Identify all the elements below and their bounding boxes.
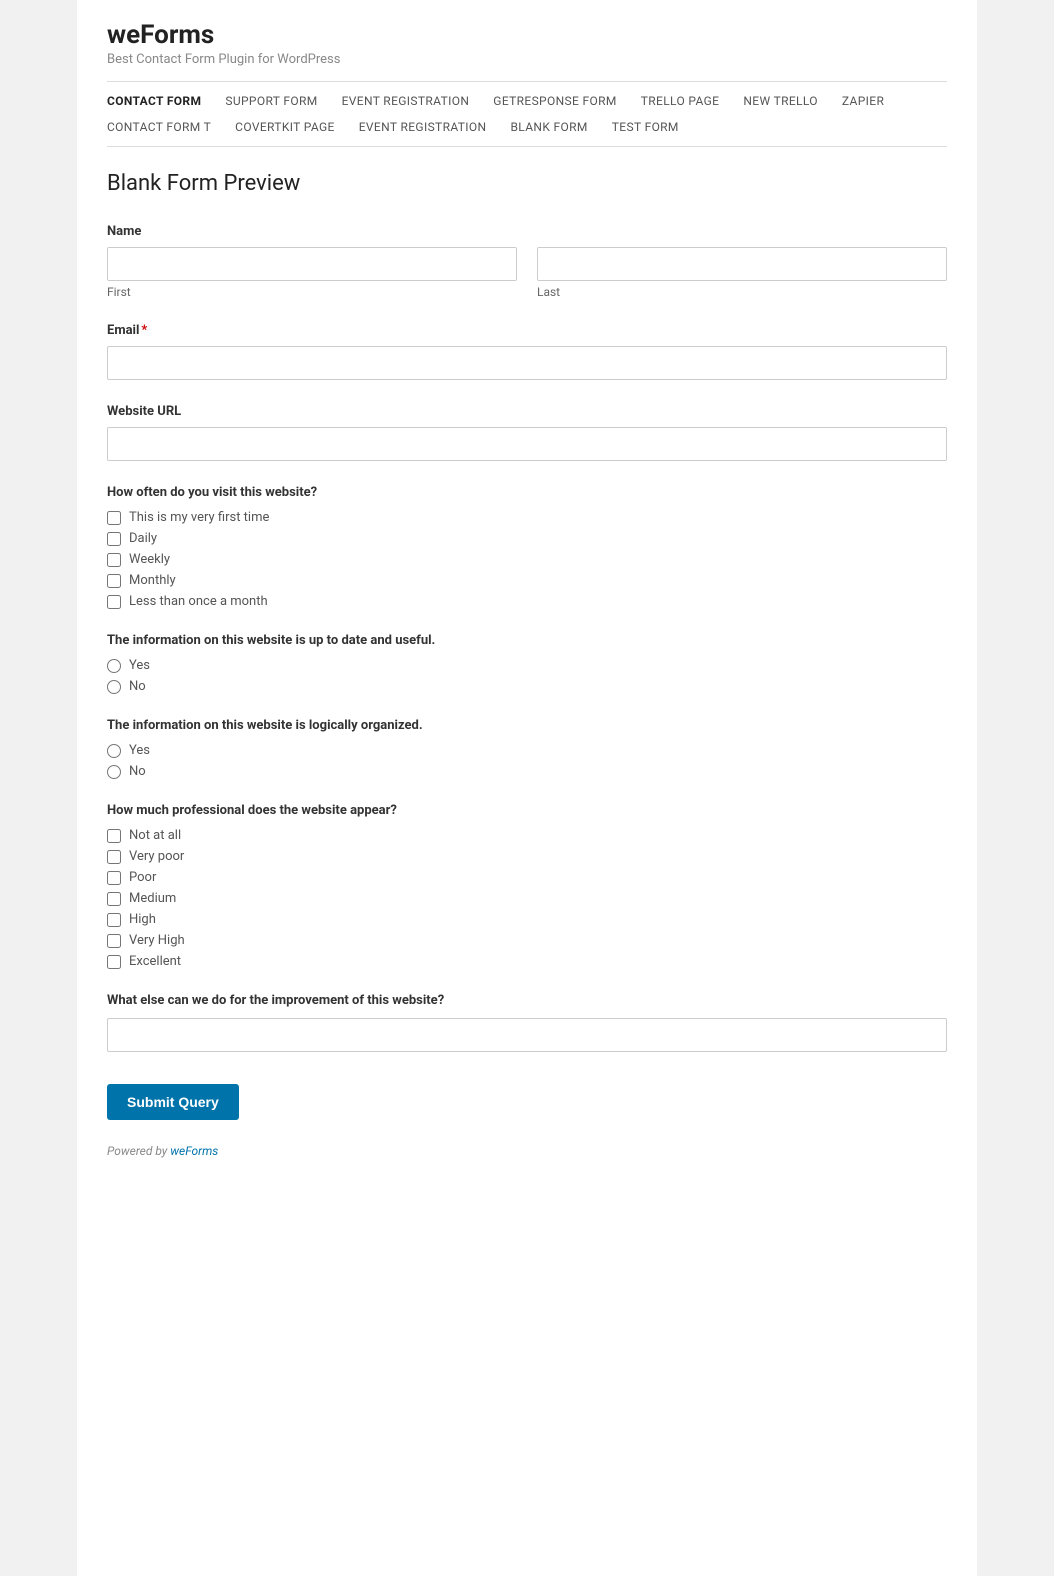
nav-item-contact-form[interactable]: CONTACT FORM — [107, 90, 213, 112]
nav-row-2: CONTACT FORM T COVERTKIT PAGE EVENT REGI… — [107, 116, 947, 138]
list-item[interactable]: Less than once a month — [107, 594, 947, 609]
q5-label: What else can we do for the improvement … — [107, 993, 947, 1008]
site-header: weForms Best Contact Form Plugin for Wor… — [107, 20, 947, 81]
nav-item-zapier[interactable]: ZAPIER — [830, 90, 896, 112]
q1-option-4[interactable] — [107, 595, 121, 609]
website-section: Website URL — [107, 404, 947, 461]
list-item[interactable]: Yes — [107, 658, 947, 673]
email-input[interactable] — [107, 346, 947, 380]
q1-option-1[interactable] — [107, 532, 121, 546]
last-name-col: Last — [537, 247, 947, 299]
list-item[interactable]: Not at all — [107, 828, 947, 843]
name-row: First Last — [107, 247, 947, 299]
list-item[interactable]: Poor — [107, 870, 947, 885]
submit-section: Submit Query — [107, 1076, 947, 1120]
q1-option-3[interactable] — [107, 574, 121, 588]
website-label: Website URL — [107, 404, 947, 419]
q3-option-1[interactable] — [107, 765, 121, 779]
nav-bar: CONTACT FORM SUPPORT FORM EVENT REGISTRA… — [107, 81, 947, 147]
q3-options: Yes No — [107, 743, 947, 779]
nav-item-test-form[interactable]: TEST FORM — [600, 116, 691, 138]
q4-option-3[interactable] — [107, 892, 121, 906]
nav-item-support-form[interactable]: SUPPORT FORM — [213, 90, 329, 112]
page-title: Blank Form Preview — [107, 171, 947, 196]
q4-option-1[interactable] — [107, 850, 121, 864]
q1-section: How often do you visit this website? Thi… — [107, 485, 947, 609]
list-item[interactable]: Daily — [107, 531, 947, 546]
nav-item-event-registration-2[interactable]: EVENT REGISTRATION — [347, 116, 499, 138]
nav-item-contact-form-t[interactable]: CONTACT FORM T — [107, 116, 223, 138]
list-item[interactable]: Medium — [107, 891, 947, 906]
nav-item-trello-page[interactable]: TRELLO PAGE — [629, 90, 732, 112]
q4-option-5[interactable] — [107, 934, 121, 948]
name-label: Name — [107, 224, 947, 239]
site-title: weForms — [107, 20, 947, 50]
nav-item-event-registration[interactable]: EVENT REGISTRATION — [330, 90, 482, 112]
q2-section: The information on this website is up to… — [107, 633, 947, 694]
name-section: Name First Last — [107, 224, 947, 299]
q3-option-0[interactable] — [107, 744, 121, 758]
q1-option-2[interactable] — [107, 553, 121, 567]
list-item[interactable]: Weekly — [107, 552, 947, 567]
first-name-input[interactable] — [107, 247, 517, 281]
list-item[interactable]: This is my very first time — [107, 510, 947, 525]
nav-item-covertkit-page[interactable]: COVERTKIT PAGE — [223, 116, 347, 138]
list-item[interactable]: Very High — [107, 933, 947, 948]
weforms-link[interactable]: weForms — [170, 1144, 218, 1158]
q1-options: This is my very first time Daily Weekly … — [107, 510, 947, 609]
q2-option-0[interactable] — [107, 659, 121, 673]
q2-label: The information on this website is up to… — [107, 633, 947, 648]
email-label: Email* — [107, 323, 947, 338]
list-item[interactable]: Yes — [107, 743, 947, 758]
submit-button[interactable]: Submit Query — [107, 1084, 239, 1120]
q5-input[interactable] — [107, 1018, 947, 1052]
q1-label: How often do you visit this website? — [107, 485, 947, 500]
last-name-input[interactable] — [537, 247, 947, 281]
last-sublabel: Last — [537, 285, 947, 299]
list-item[interactable]: Very poor — [107, 849, 947, 864]
q4-option-0[interactable] — [107, 829, 121, 843]
q4-option-4[interactable] — [107, 913, 121, 927]
list-item[interactable]: Monthly — [107, 573, 947, 588]
list-item[interactable]: Excellent — [107, 954, 947, 969]
nav-item-new-trello[interactable]: NEW TRELLO — [731, 90, 830, 112]
list-item[interactable]: High — [107, 912, 947, 927]
first-sublabel: First — [107, 285, 517, 299]
q4-section: How much professional does the website a… — [107, 803, 947, 969]
q4-label: How much professional does the website a… — [107, 803, 947, 818]
q3-section: The information on this website is logic… — [107, 718, 947, 779]
site-tagline: Best Contact Form Plugin for WordPress — [107, 52, 947, 67]
nav-item-blank-form[interactable]: BLANK FORM — [498, 116, 599, 138]
required-marker: * — [141, 323, 147, 338]
website-input[interactable] — [107, 427, 947, 461]
email-section: Email* — [107, 323, 947, 380]
list-item[interactable]: No — [107, 764, 947, 779]
q3-label: The information on this website is logic… — [107, 718, 947, 733]
q4-option-2[interactable] — [107, 871, 121, 885]
nav-row-1: CONTACT FORM SUPPORT FORM EVENT REGISTRA… — [107, 90, 947, 112]
q4-option-6[interactable] — [107, 955, 121, 969]
list-item[interactable]: No — [107, 679, 947, 694]
q1-option-0[interactable] — [107, 511, 121, 525]
q2-option-1[interactable] — [107, 680, 121, 694]
powered-by: Powered by weForms — [107, 1144, 947, 1158]
nav-item-getresponse-form[interactable]: GETRESPONSE FORM — [481, 90, 628, 112]
first-name-col: First — [107, 247, 517, 299]
q2-options: Yes No — [107, 658, 947, 694]
q5-section: What else can we do for the improvement … — [107, 993, 947, 1052]
q4-options: Not at all Very poor Poor Medium High Ve… — [107, 828, 947, 969]
